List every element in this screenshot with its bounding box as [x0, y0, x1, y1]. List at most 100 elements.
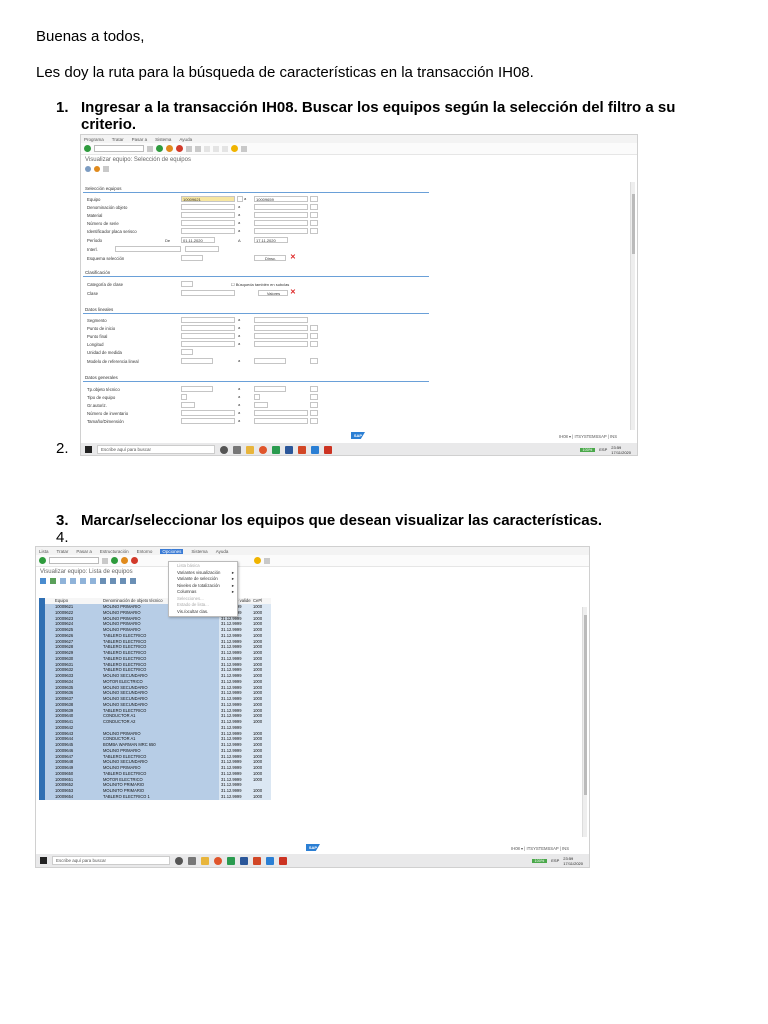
text-input[interactable]	[181, 204, 235, 210]
table-row[interactable]: 10009654 TABLERO ELECTRICO 1 31.12.9999 100…	[39, 793, 271, 800]
text-input[interactable]	[254, 358, 286, 364]
text-input[interactable]	[254, 418, 308, 424]
menu-item[interactable]: Lista	[39, 549, 49, 554]
multiple-selection-icon[interactable]	[310, 402, 318, 408]
settings-icon[interactable]	[264, 557, 270, 564]
cortana-icon[interactable]	[175, 856, 183, 865]
multiple-selection-icon[interactable]	[310, 410, 318, 416]
execute-icon[interactable]	[85, 166, 91, 172]
powerpoint-icon[interactable]	[253, 856, 261, 865]
menu-item[interactable]: Entorno	[137, 549, 153, 554]
text-input[interactable]	[185, 246, 219, 252]
text-input[interactable]	[181, 325, 235, 331]
busqueda-subclas-checkbox[interactable]: ☐ Búsqueda también en subclas	[231, 282, 289, 287]
match-icon[interactable]	[237, 196, 243, 202]
dinsc-button[interactable]: Dinsc.	[254, 255, 286, 261]
page-icon[interactable]	[204, 145, 210, 152]
text-input[interactable]	[254, 228, 308, 234]
equipo-to-input[interactable]: 10009659	[254, 196, 308, 202]
pdf-icon[interactable]	[324, 445, 332, 454]
equipo-from-input[interactable]: 10009621	[181, 196, 235, 202]
multiple-selection-icon[interactable]	[310, 358, 318, 364]
filter-icon[interactable]	[100, 578, 106, 584]
periodo-from-input[interactable]: 01.11.2020	[181, 237, 215, 243]
info-icon[interactable]	[103, 166, 109, 172]
export-icon[interactable]	[120, 578, 126, 584]
menu-item[interactable]: Pasar a	[132, 137, 148, 142]
multiple-selection-icon[interactable]	[310, 220, 318, 226]
file-explorer-icon[interactable]	[201, 856, 209, 865]
deselect-icon[interactable]	[70, 578, 76, 584]
file-explorer-icon[interactable]	[246, 445, 254, 454]
excel-icon[interactable]	[227, 856, 235, 865]
text-input[interactable]	[254, 394, 260, 400]
menu-item[interactable]: Ayuda	[216, 549, 229, 554]
page-icon[interactable]	[213, 145, 219, 152]
text-input[interactable]	[181, 255, 203, 261]
text-input[interactable]	[254, 341, 308, 347]
text-input[interactable]	[181, 228, 235, 234]
multiple-selection-icon[interactable]	[310, 196, 318, 202]
text-input[interactable]	[181, 212, 235, 218]
text-input[interactable]	[254, 220, 308, 226]
text-input[interactable]	[181, 281, 193, 287]
text-input[interactable]	[254, 325, 308, 331]
enter-icon[interactable]	[84, 145, 91, 152]
command-field[interactable]	[49, 557, 99, 564]
back-icon[interactable]	[111, 557, 118, 564]
details-icon[interactable]	[40, 578, 46, 584]
text-input[interactable]	[181, 410, 235, 416]
delete-icon[interactable]: ✕	[290, 253, 296, 261]
menu-item[interactable]: Pasar a	[76, 549, 92, 554]
chrome-icon[interactable]	[214, 856, 222, 865]
delete-icon[interactable]: ✕	[290, 288, 296, 296]
pdf-icon[interactable]	[279, 856, 287, 865]
help-icon[interactable]	[254, 557, 261, 564]
task-view-icon[interactable]	[188, 856, 196, 865]
multiple-selection-icon[interactable]	[310, 394, 318, 400]
powerpoint-icon[interactable]	[298, 445, 306, 454]
enter-icon[interactable]	[39, 557, 46, 564]
taskbar-search-input[interactable]: Escribe aquí para buscar	[97, 445, 215, 454]
windows-start-icon[interactable]	[85, 446, 92, 453]
exit-icon[interactable]	[121, 557, 128, 564]
text-input[interactable]	[181, 402, 195, 408]
refresh-icon[interactable]	[50, 578, 56, 584]
layout-icon[interactable]	[130, 578, 136, 584]
dropdown-input[interactable]	[115, 246, 181, 252]
windows-start-icon[interactable]	[40, 857, 47, 864]
sum-icon[interactable]	[110, 578, 116, 584]
print-icon[interactable]	[186, 145, 192, 152]
menu-item[interactable]: Tratar	[112, 137, 124, 142]
multiple-selection-icon[interactable]	[310, 212, 318, 218]
help-icon[interactable]	[231, 145, 238, 152]
outlook-icon[interactable]	[311, 445, 319, 454]
text-input[interactable]	[254, 204, 308, 210]
sort-asc-icon[interactable]	[80, 578, 86, 584]
cortana-icon[interactable]	[220, 445, 228, 454]
multiple-selection-icon[interactable]	[310, 418, 318, 424]
text-input[interactable]	[254, 212, 308, 218]
outlook-icon[interactable]	[266, 856, 274, 865]
text-input[interactable]	[181, 220, 235, 226]
menu-item[interactable]: Ayuda	[179, 137, 192, 142]
text-input[interactable]	[181, 341, 235, 347]
taskbar-search-input[interactable]: Escribe aquí para buscar	[52, 856, 170, 865]
word-icon[interactable]	[285, 445, 293, 454]
multiple-selection-icon[interactable]	[310, 325, 318, 331]
text-input[interactable]	[181, 349, 193, 355]
menu-item[interactable]: Estructuración	[100, 549, 129, 554]
text-input[interactable]	[181, 290, 235, 296]
menu-item-opciones[interactable]: Opciones	[160, 548, 184, 554]
text-input[interactable]	[181, 317, 235, 323]
text-input[interactable]	[181, 418, 235, 424]
text-input[interactable]	[181, 394, 187, 400]
multiple-selection-icon[interactable]	[310, 204, 318, 210]
menu-item[interactable]: Sistema	[155, 137, 171, 142]
periodo-to-input[interactable]: 17.11.2020	[254, 237, 288, 243]
page-icon[interactable]	[222, 145, 228, 152]
save-icon[interactable]	[147, 145, 153, 152]
multiple-selection-icon[interactable]	[310, 333, 318, 339]
text-input[interactable]	[254, 386, 286, 392]
text-input[interactable]	[181, 333, 235, 339]
